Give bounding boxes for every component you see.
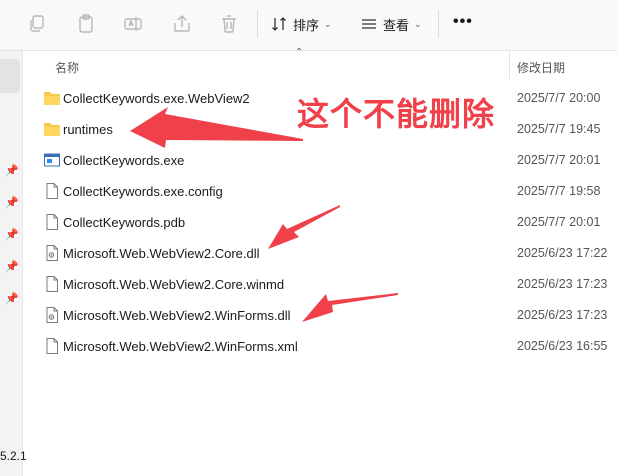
sort-icon <box>272 17 286 31</box>
more-options-button[interactable]: ••• <box>453 13 473 31</box>
file-modified-date: 2025/6/23 17:22 <box>517 246 608 260</box>
file-icon <box>43 275 61 293</box>
rename-icon[interactable] <box>121 12 145 36</box>
paste-icon[interactable] <box>74 12 98 36</box>
pin-icon: 📌 <box>5 261 19 273</box>
file-name: CollectKeywords.exe.WebView2 <box>63 91 250 106</box>
pin-icon: 📌 <box>5 229 19 241</box>
sort-ascending-icon: ⌃ <box>295 47 304 58</box>
exe-icon <box>43 151 61 169</box>
column-date-header[interactable]: 修改日期 <box>517 59 565 76</box>
folder-icon <box>43 89 61 107</box>
view-icon <box>362 19 376 29</box>
chevron-down-icon: ⌄ <box>414 18 422 29</box>
file-modified-date: 2025/7/7 19:45 <box>517 122 601 136</box>
view-button[interactable]: 查看 ⌄ <box>361 12 422 36</box>
file-name: Microsoft.Web.WebView2.WinForms.dll <box>63 308 291 323</box>
sort-button[interactable]: 排序 ⌄ <box>271 12 332 36</box>
file-name: CollectKeywords.exe <box>63 153 185 168</box>
file-name: CollectKeywords.pdb <box>63 215 186 230</box>
file-name: Microsoft.Web.WebView2.Core.dll <box>63 246 260 261</box>
file-modified-date: 2025/6/23 17:23 <box>517 308 608 322</box>
file-modified-date: 2025/7/7 20:01 <box>517 215 601 229</box>
nav-selected-item[interactable] <box>0 59 20 93</box>
file-row[interactable]: Microsoft.Web.WebView2.Core.winmd 2025/6/… <box>23 269 617 300</box>
chevron-down-icon: ⌄ <box>324 18 332 29</box>
share-icon[interactable] <box>170 12 194 36</box>
file-name: Microsoft.Web.WebView2.WinForms.xml <box>63 339 298 354</box>
file-icon <box>43 213 61 231</box>
command-bar: 排序 ⌄ 查看 ⌄ ••• <box>0 0 617 51</box>
file-row[interactable]: CollectKeywords.exe.WebView2 2025/7/7 20:… <box>23 83 617 114</box>
copy-icon[interactable] <box>25 12 49 36</box>
file-modified-date: 2025/7/7 20:00 <box>517 91 601 105</box>
nav-version-text: 5.2.1 <box>0 449 27 463</box>
pin-icon: 📌 <box>5 165 19 177</box>
file-row[interactable]: CollectKeywords.pdb 2025/7/7 20:01 <box>23 207 617 238</box>
file-icon <box>43 337 61 355</box>
column-header: ⌃ 名称 修改日期 <box>23 47 617 79</box>
file-row[interactable]: Microsoft.Web.WebView2.WinForms.dll 2025/… <box>23 300 617 331</box>
dll-icon <box>43 244 61 262</box>
pin-icon: 📌 <box>5 293 19 305</box>
folder-icon <box>43 120 61 138</box>
toolbar-separator <box>438 10 439 38</box>
file-modified-date: 2025/6/23 17:23 <box>517 277 608 291</box>
dll-icon <box>43 306 61 324</box>
file-name: runtimes <box>63 122 113 137</box>
column-divider[interactable] <box>509 51 510 79</box>
navigation-pane: 📌 📌 📌 📌 📌 <box>0 51 23 476</box>
file-row[interactable]: CollectKeywords.exe 2025/7/7 20:01 <box>23 145 617 176</box>
file-icon <box>43 182 61 200</box>
file-name: CollectKeywords.exe.config <box>63 184 223 199</box>
delete-icon[interactable] <box>217 12 241 36</box>
column-name-header[interactable]: 名称 <box>55 59 79 76</box>
file-row[interactable]: Microsoft.Web.WebView2.Core.dll 2025/6/23… <box>23 238 617 269</box>
file-row[interactable]: runtimes 2025/7/7 19:45 <box>23 114 617 145</box>
file-modified-date: 2025/6/23 16:55 <box>517 339 608 353</box>
file-modified-date: 2025/7/7 19:58 <box>517 184 601 198</box>
sort-label: 排序 <box>293 17 320 33</box>
file-name: Microsoft.Web.WebView2.Core.winmd <box>63 277 285 292</box>
toolbar-separator <box>257 10 258 38</box>
file-row[interactable]: CollectKeywords.exe.config 2025/7/7 19:58 <box>23 176 617 207</box>
file-modified-date: 2025/7/7 20:01 <box>517 153 601 167</box>
view-label: 查看 <box>383 17 410 33</box>
file-row[interactable]: Microsoft.Web.WebView2.WinForms.xml 2025/… <box>23 331 617 362</box>
pin-icon: 📌 <box>5 197 19 209</box>
